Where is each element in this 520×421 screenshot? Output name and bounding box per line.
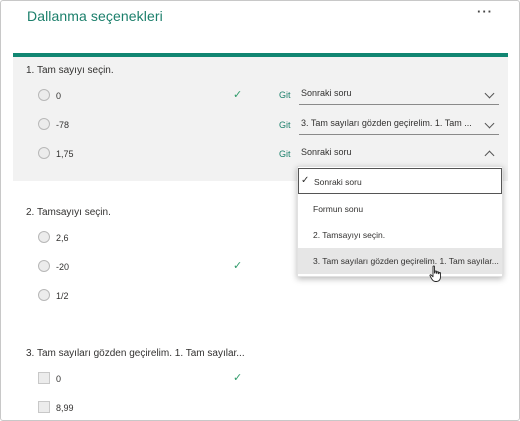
option-label: 1,75 [56,149,74,159]
chevron-up-icon [484,150,495,161]
branch-select-2[interactable]: 3. Tam sayıları gözden geçirelim. 1. Tam… [299,117,499,135]
branch-select-value: 3. Tam sayıları gözden geçirelim. 1. Tam… [301,118,472,128]
checkbox[interactable] [38,372,50,384]
dropdown-item-end-of-form[interactable]: Formun sonu [298,196,502,222]
page-title: Dallanma seçenekleri [27,8,163,24]
more-options-icon[interactable]: ··· [477,4,493,19]
branching-options-panel: Dallanma seçenekleri ··· 1. Tam sayıyı s… [0,0,520,421]
dropdown-item-question-2[interactable]: 2. Tamsayıyı seçin. [298,222,502,248]
branch-select-3[interactable]: Sonraki soru [299,146,499,164]
branch-select-value: Sonraki soru [301,147,352,157]
git-label: Git [279,90,291,100]
dropdown-item-question-3[interactable]: 3. Tam sayıları gözden geçirelim. 1. Tam… [298,248,502,274]
dropdown-item-label: 3. Tam sayıları gözden geçirelim. 1. Tam… [313,256,499,266]
option-label: 2,6 [56,233,69,243]
dropdown-item-label: Sonraki soru [314,177,362,187]
option-label: 0 [56,91,62,101]
question-3-title: 3. Tam sayıları gözden geçirelim. 1. Tam… [26,348,245,359]
option-label: -78 [56,120,70,130]
dropdown-item-label: 2. Tamsayıyı seçin. [313,230,386,240]
option-label: 1/2 [56,291,69,301]
checkmark-icon: ✓ [233,260,243,272]
hand-pointer-icon [429,265,441,282]
checkbox[interactable] [38,401,50,413]
checkmark-icon: ✓ [233,372,243,384]
radio-button[interactable] [38,289,50,301]
chevron-down-icon [484,88,495,99]
dropdown-item-next-question[interactable]: ✓ Sonraki soru [298,168,502,194]
git-label: Git [279,120,291,130]
branch-select-1[interactable]: Sonraki soru [299,87,499,105]
radio-button[interactable] [38,147,50,159]
option-label: 0 [56,374,62,384]
question-1-title: 1. Tam sayıyı seçin. [26,65,114,76]
chevron-down-icon [484,118,495,129]
checkmark-icon: ✓ [301,175,310,186]
option-label: -20 [56,262,70,272]
git-label: Git [279,149,291,159]
branch-dropdown-menu: ✓ Sonraki soru Formun sonu 2. Tamsayıyı … [297,166,503,277]
option-label: 8,99 [56,403,74,413]
radio-button[interactable] [38,231,50,243]
radio-button[interactable] [38,260,50,272]
radio-button[interactable] [38,118,50,130]
branch-select-value: Sonraki soru [301,88,352,98]
checkmark-icon: ✓ [233,89,243,101]
question-2-title: 2. Tamsayıyı seçin. [26,207,111,218]
dropdown-item-label: Formun sonu [313,204,364,214]
radio-button[interactable] [38,89,50,101]
